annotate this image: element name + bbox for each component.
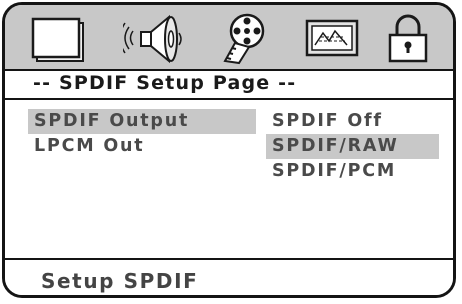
menu-area: SPDIF Output LPCM Out SPDIF Off SPDIF/RA…: [5, 100, 453, 260]
page-title: -- SPDIF Setup Page --: [33, 72, 297, 94]
tv-screen-icon[interactable]: [29, 11, 91, 65]
menu-item-lpcm-out[interactable]: LPCM Out: [28, 134, 256, 159]
speaker-icon[interactable]: [123, 11, 199, 65]
page-title-bar: -- SPDIF Setup Page --: [5, 69, 453, 100]
osd-setup-panel: -- SPDIF Setup Page -- SPDIF Output LPCM…: [2, 2, 456, 298]
option-spdif-raw[interactable]: SPDIF/RAW: [266, 134, 439, 159]
status-bar: Setup SPDIF: [5, 260, 453, 295]
status-text: Setup SPDIF: [41, 269, 199, 293]
film-reel-icon[interactable]: [219, 11, 281, 65]
option-spdif-pcm[interactable]: SPDIF/PCM: [266, 159, 439, 184]
padlock-icon[interactable]: [381, 11, 435, 65]
setup-icon-bar: [5, 5, 453, 69]
menu-item-spdif-output[interactable]: SPDIF Output: [28, 109, 256, 134]
picture-icon[interactable]: [301, 11, 365, 65]
option-spdif-off[interactable]: SPDIF Off: [266, 109, 439, 134]
